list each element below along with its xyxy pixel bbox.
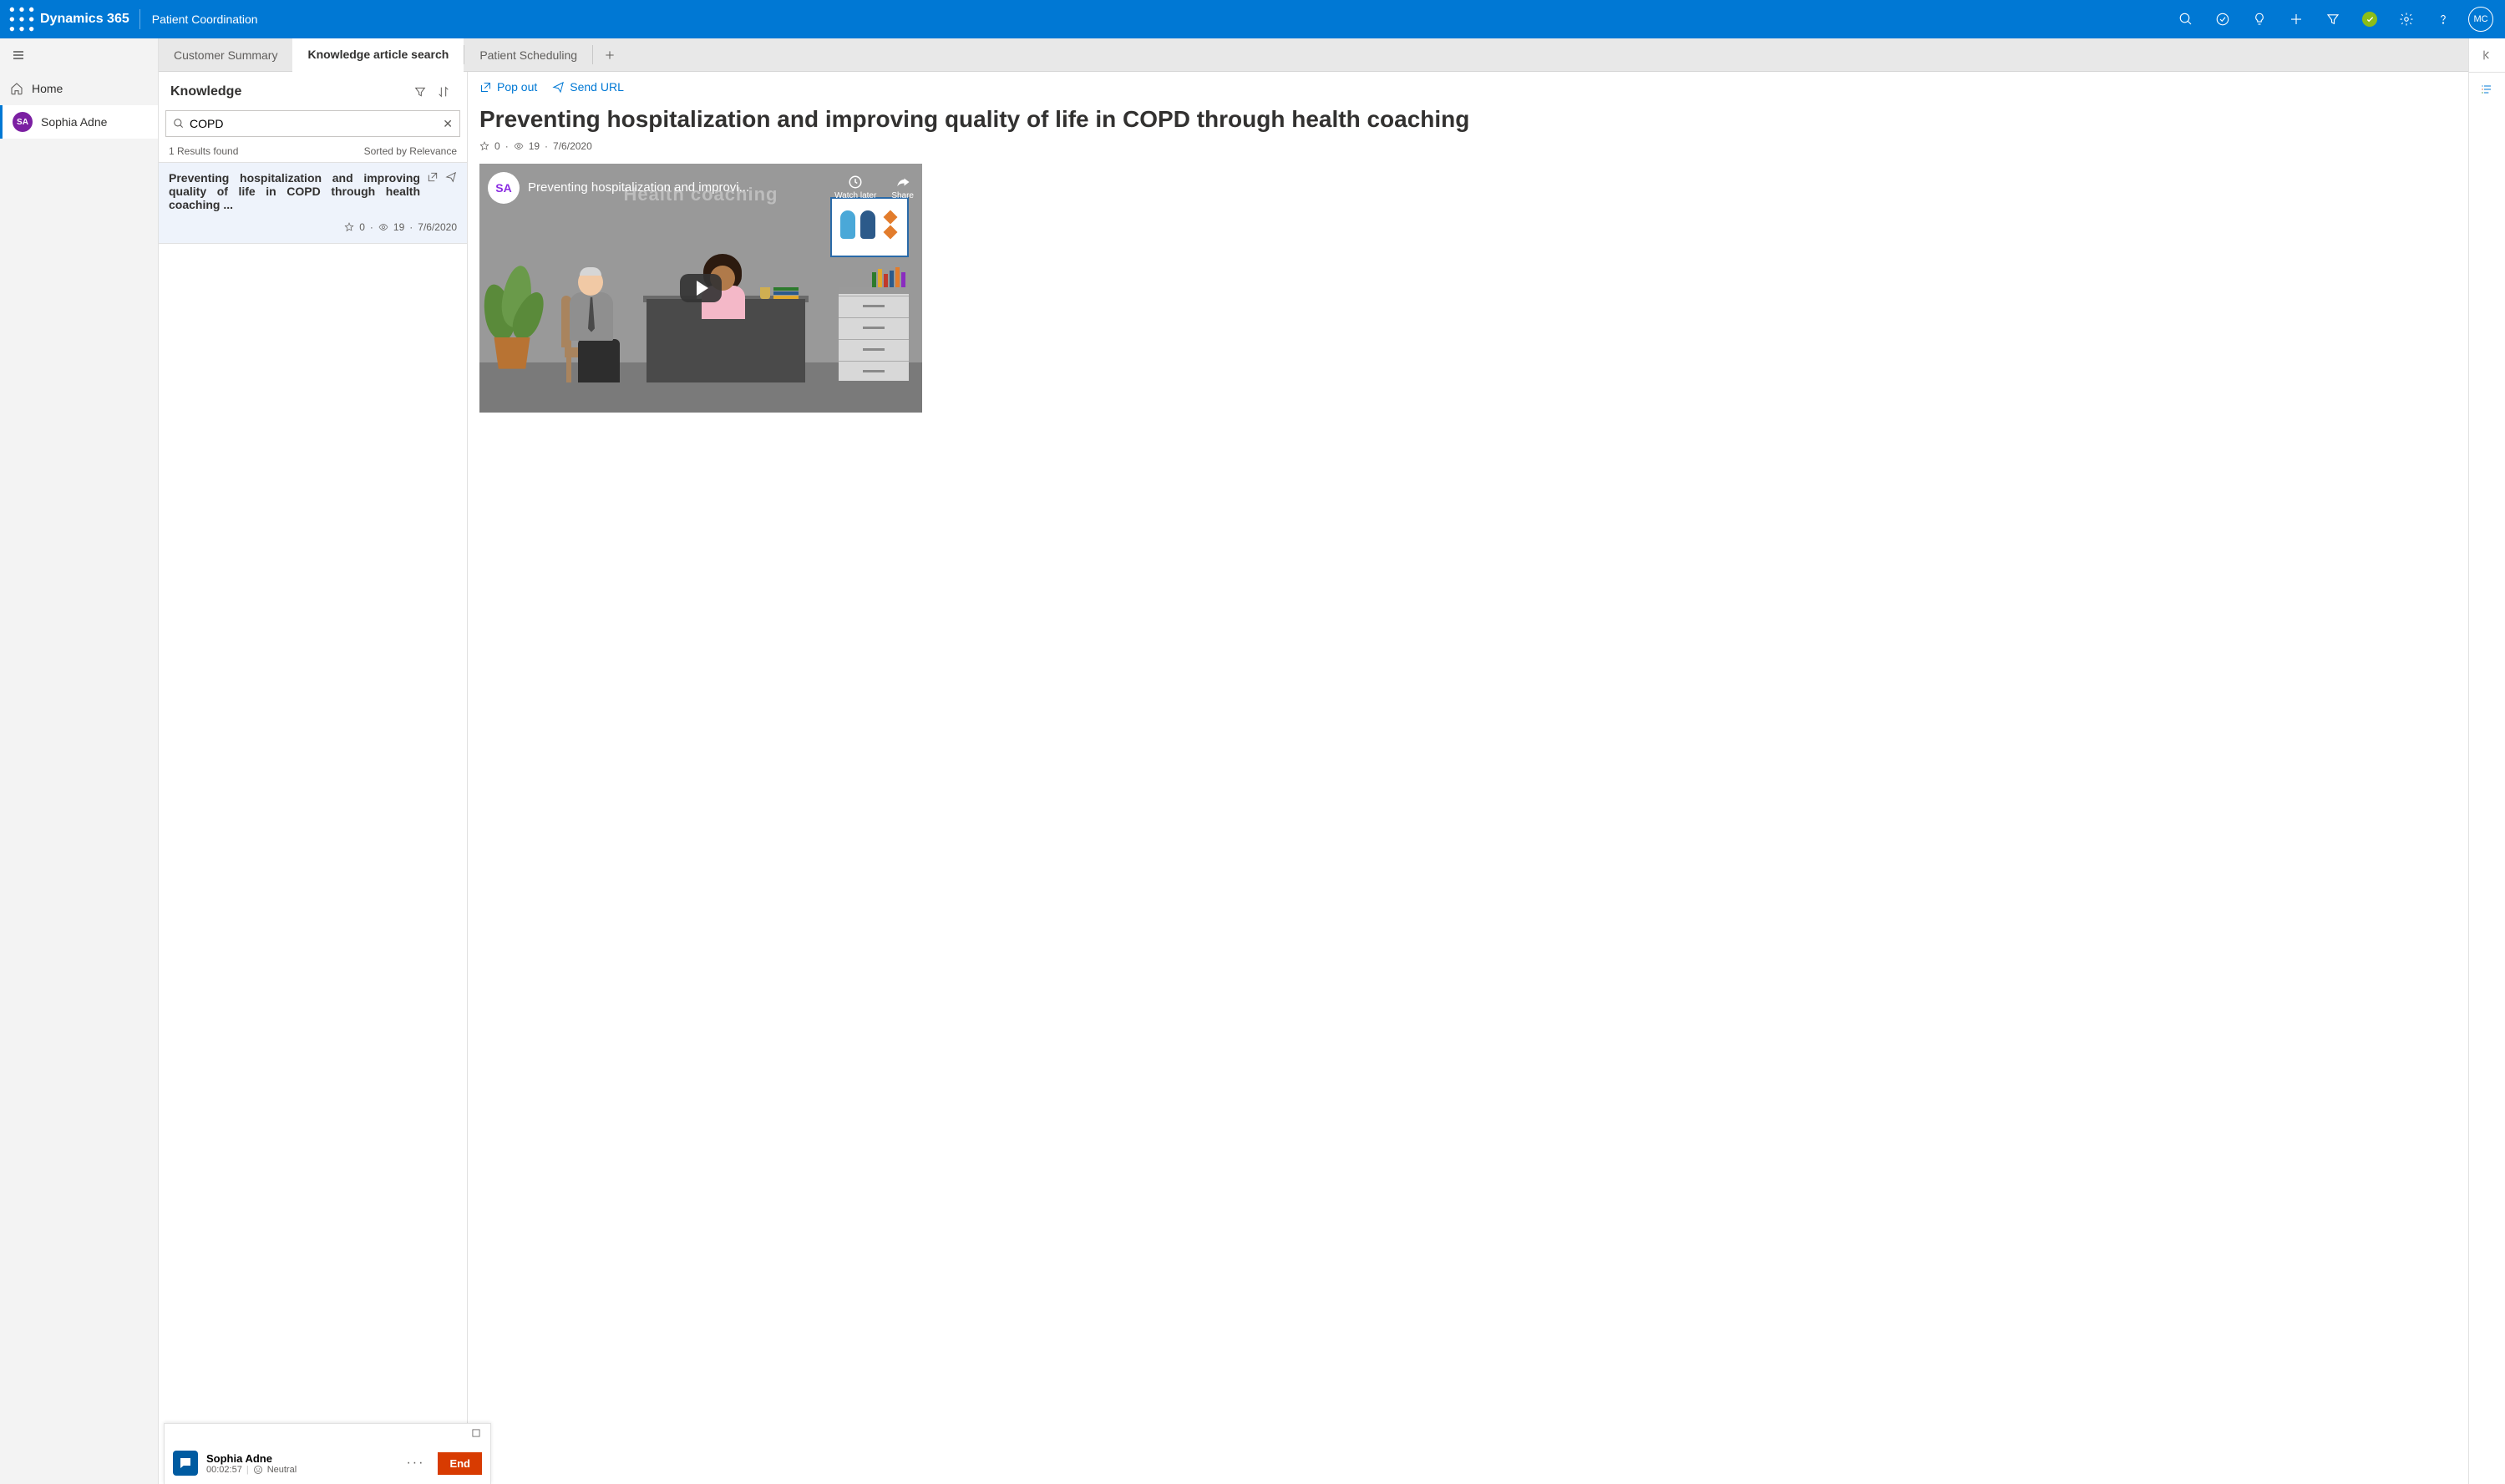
star-icon	[344, 222, 354, 232]
knowledge-filter-icon[interactable]	[408, 80, 432, 104]
tab-customer-summary[interactable]: Customer Summary	[159, 38, 292, 71]
insights-icon[interactable]	[2241, 0, 2278, 38]
session-name-label: Sophia Adne	[41, 115, 107, 129]
video-scene-cabinet	[839, 287, 909, 381]
settings-icon[interactable]	[2388, 0, 2425, 38]
filter-icon[interactable]	[2315, 0, 2351, 38]
status-ok-icon[interactable]	[2351, 0, 2388, 38]
popout-button[interactable]: Pop out	[479, 80, 537, 94]
star-icon	[479, 141, 489, 151]
nav-home[interactable]: Home	[0, 72, 158, 105]
agent-script-icon[interactable]	[2469, 73, 2505, 106]
chat-end-button[interactable]: End	[438, 1452, 482, 1475]
result-date: 7/6/2020	[418, 221, 457, 233]
user-avatar[interactable]: MC	[2468, 7, 2493, 32]
hamburger-icon[interactable]	[0, 38, 158, 72]
left-nav: Home SA Sophia Adne	[0, 38, 159, 1484]
article-panel: Pop out Send URL Preventing hospitalizat…	[468, 72, 2468, 1484]
chat-session-card: Sophia Adne 00:02:57 | Neutral ··· End	[164, 1423, 491, 1484]
add-icon[interactable]	[2278, 0, 2315, 38]
article-date: 7/6/2020	[553, 140, 592, 152]
video-scene-books	[872, 267, 905, 287]
right-rail	[2468, 38, 2505, 1484]
knowledge-result-item[interactable]: Preventing hospitalization and improving…	[159, 162, 467, 244]
workspace: Customer Summary Knowledge article searc…	[159, 38, 2468, 1484]
send-url-label: Send URL	[570, 80, 624, 94]
video-play-button[interactable]	[680, 274, 722, 302]
sort-label: Sorted by Relevance	[364, 145, 457, 157]
app-name-label[interactable]: Patient Coordination	[140, 13, 270, 26]
tab-add-button[interactable]	[593, 38, 626, 71]
chat-more-icon[interactable]: ···	[406, 1456, 424, 1471]
result-views: 19	[393, 221, 404, 233]
video-share-button[interactable]: Share	[891, 175, 914, 200]
chat-maximize-icon[interactable]	[470, 1427, 482, 1439]
tab-strip: Customer Summary Knowledge article searc…	[159, 38, 2468, 72]
nav-session-item[interactable]: SA Sophia Adne	[0, 105, 158, 139]
chat-duration: 00:02:57	[206, 1465, 242, 1475]
results-count-label: 1 Results found	[169, 145, 238, 157]
knowledge-search-input[interactable]	[190, 117, 443, 130]
send-icon[interactable]	[445, 171, 457, 183]
knowledge-title: Knowledge	[170, 84, 408, 99]
article-views: 19	[529, 140, 540, 152]
brand-label[interactable]: Dynamics 365	[38, 12, 139, 27]
views-icon	[514, 141, 524, 151]
app-launcher-icon[interactable]	[5, 3, 38, 36]
chat-name: Sophia Adne	[206, 1452, 398, 1465]
top-nav: Dynamics 365 Patient Coordination MC	[0, 0, 2505, 38]
tab-patient-scheduling[interactable]: Patient Scheduling	[464, 38, 592, 71]
sentiment-icon	[253, 1465, 263, 1475]
session-avatar: SA	[13, 112, 33, 132]
video-channel-avatar: SA	[488, 172, 520, 204]
send-url-button[interactable]: Send URL	[552, 80, 624, 94]
article-video[interactable]: Health coaching	[479, 164, 922, 413]
chat-channel-icon	[173, 1451, 198, 1476]
popout-label: Pop out	[497, 80, 537, 94]
knowledge-panel: Knowledge ✕ 1 Results found Sorted by Re…	[159, 72, 468, 1484]
knowledge-sort-icon[interactable]	[432, 80, 455, 104]
tab-knowledge-search[interactable]: Knowledge article search	[292, 38, 464, 72]
article-title: Preventing hospitalization and improving…	[468, 97, 2468, 137]
nav-home-label: Home	[32, 82, 63, 95]
popout-icon[interactable]	[427, 171, 439, 183]
clear-search-icon[interactable]: ✕	[443, 117, 453, 131]
search-icon	[173, 118, 185, 129]
article-rating: 0	[494, 140, 500, 152]
knowledge-search-box[interactable]: ✕	[165, 110, 460, 137]
task-icon[interactable]	[2204, 0, 2241, 38]
collapse-panel-icon[interactable]	[2469, 38, 2505, 72]
video-scene-plant	[484, 232, 541, 341]
views-icon	[378, 222, 388, 232]
video-title-overlay: Preventing hospitalization and improvi..…	[528, 180, 749, 195]
help-icon[interactable]	[2425, 0, 2462, 38]
chat-sentiment: Neutral	[267, 1465, 297, 1475]
result-title: Preventing hospitalization and improving…	[169, 171, 420, 211]
result-rating: 0	[359, 221, 365, 233]
search-icon[interactable]	[2168, 0, 2204, 38]
video-watch-later-button[interactable]: Watch later	[834, 175, 876, 200]
video-scene-poster	[830, 197, 909, 257]
